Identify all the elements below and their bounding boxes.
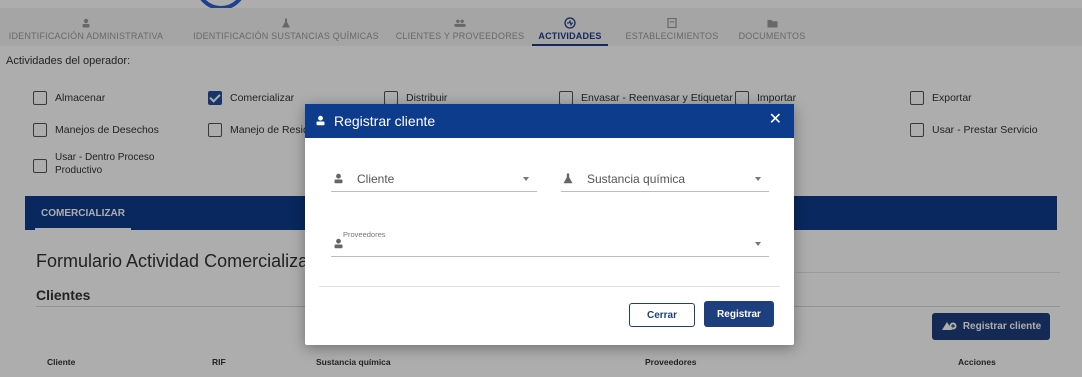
chevron-down-icon (755, 241, 761, 246)
person-icon (315, 113, 326, 129)
proveedores-select[interactable] (331, 231, 769, 257)
modal-header: Registrar cliente ✕ (305, 104, 794, 138)
close-button[interactable]: Cerrar (629, 303, 695, 327)
chevron-down-icon (755, 176, 761, 181)
person-icon (331, 237, 345, 251)
sustancia-placeholder: Sustancia química (587, 171, 686, 186)
sustancia-select[interactable]: Sustancia química (561, 166, 769, 192)
cliente-select[interactable]: Cliente (331, 166, 537, 192)
close-icon[interactable]: ✕ (769, 111, 782, 129)
chevron-down-icon (523, 176, 529, 181)
register-button[interactable]: Registrar (704, 301, 774, 327)
modal-divider (319, 286, 780, 287)
modal-title: Registrar cliente (334, 113, 436, 129)
flask-icon (561, 172, 575, 186)
person-icon (331, 172, 345, 186)
register-client-modal: Registrar cliente ✕ Cliente Sustancia qu… (305, 104, 794, 345)
cliente-placeholder: Cliente (357, 171, 395, 186)
